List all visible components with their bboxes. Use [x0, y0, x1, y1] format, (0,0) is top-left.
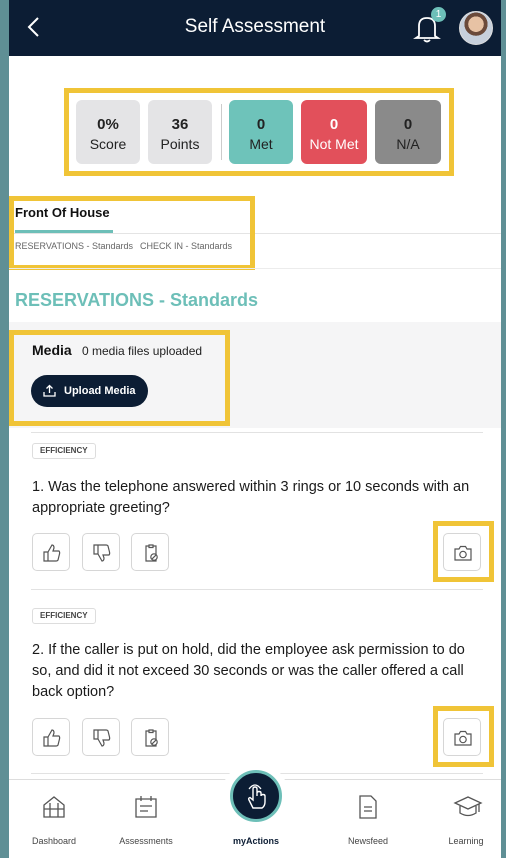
met-value: 0 [256, 116, 266, 133]
met-label: Met [249, 136, 273, 152]
q1-not-applicable-button[interactable] [131, 533, 169, 571]
app-frame: Self Assessment 1 0% Score 36 Points 0 M… [9, 0, 501, 858]
question-divider [31, 589, 483, 590]
notification-badge: 1 [431, 7, 446, 22]
thumbs-up-icon [43, 729, 61, 747]
clipboard-na-icon [145, 729, 158, 747]
met-stat[interactable]: 0 Met [229, 100, 293, 164]
tabs-highlight-box [9, 196, 255, 270]
tab-assessments[interactable]: Assessments [101, 780, 191, 858]
score-stat: 0% Score [76, 100, 140, 164]
q2-thumbs-up-button[interactable] [32, 718, 70, 756]
clipboard-na-icon [145, 544, 158, 562]
question-1-text: 1. Was the telephone answered within 3 r… [32, 479, 470, 516]
na-stat[interactable]: 0 N/A [375, 100, 441, 164]
points-stat: 36 Points [148, 100, 212, 164]
tab-newsfeed-label: Newsfeed [347, 836, 389, 846]
q1-thumbs-up-button[interactable] [32, 533, 70, 571]
calendar-icon [135, 796, 157, 818]
not-met-label: Not Met [309, 136, 359, 152]
tab-dashboard-label: Dashboard [31, 836, 77, 846]
myactions-fab-button[interactable] [230, 770, 282, 822]
thumbs-down-icon [93, 544, 111, 562]
q1-camera-highlight-box [433, 521, 494, 582]
points-value: 36 [171, 116, 189, 133]
score-label: Score [89, 136, 127, 152]
document-icon [359, 795, 377, 819]
na-label: N/A [396, 136, 420, 152]
points-label: Points [160, 136, 200, 152]
question-2-tag: EFFICIENCY [32, 608, 96, 624]
tab-assessments-label: Assessments [119, 836, 173, 846]
tab-learning-label: Learning [448, 836, 484, 846]
stats-divider [221, 104, 222, 160]
score-value: 0% [97, 116, 119, 133]
app-header: Self Assessment 1 [9, 0, 501, 56]
question-divider [31, 432, 483, 433]
q2-thumbs-down-button[interactable] [82, 718, 120, 756]
media-highlight-box [9, 330, 230, 426]
thumbs-up-icon [43, 544, 61, 562]
tab-newsfeed[interactable]: Newsfeed [323, 780, 413, 858]
thumbs-down-icon [93, 729, 111, 747]
tab-dashboard[interactable]: Dashboard [9, 780, 99, 858]
q2-camera-highlight-box [433, 706, 494, 767]
tab-myactions-label: myActions [232, 836, 279, 846]
section-title: RESERVATIONS - Standards [15, 290, 259, 310]
tab-learning[interactable]: Learning [421, 780, 501, 858]
avatar[interactable] [459, 11, 493, 45]
question-2-text: 2. If the caller is put on hold, did the… [32, 642, 465, 700]
not-met-stat[interactable]: 0 Not Met [301, 100, 367, 164]
na-value: 0 [403, 116, 413, 133]
q2-not-applicable-button[interactable] [131, 718, 169, 756]
section-divider [9, 268, 501, 269]
not-met-value: 0 [329, 116, 339, 133]
tap-hand-icon [247, 784, 266, 809]
graduation-cap-icon [453, 796, 483, 817]
question-1-tag: EFFICIENCY [32, 443, 96, 459]
q1-thumbs-down-button[interactable] [82, 533, 120, 571]
dashboard-icon [43, 796, 65, 818]
